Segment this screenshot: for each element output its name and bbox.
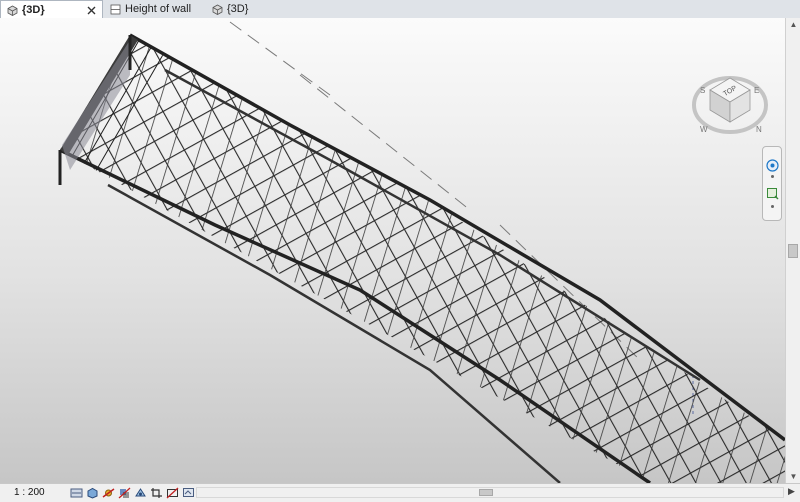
visual-style-icon[interactable]: [86, 487, 99, 499]
view-cube[interactable]: S E N W TOP: [690, 60, 770, 146]
vertical-scroll-thumb[interactable]: [788, 244, 798, 258]
3d-view-icon: [7, 5, 18, 16]
horizontal-scroll-thumb[interactable]: [479, 489, 493, 496]
temporary-hide-icon[interactable]: [182, 487, 195, 499]
tab-label: Height of wall: [125, 3, 192, 15]
section-view-icon: [110, 4, 121, 15]
compass-s: S: [700, 86, 705, 95]
navbar-separator: [771, 205, 774, 208]
tab-label: {3D}: [22, 4, 45, 16]
tab-3d-active[interactable]: {3D}: [0, 0, 103, 19]
crop-view-icon[interactable]: [150, 487, 163, 499]
tab-height-of-wall[interactable]: Height of wall: [104, 0, 200, 18]
close-tab-icon[interactable]: [86, 5, 96, 15]
show-crop-icon[interactable]: [166, 487, 179, 499]
compass-n: N: [756, 125, 762, 134]
steering-wheel-icon[interactable]: [766, 159, 779, 172]
tab-label: {3D}: [227, 3, 249, 15]
detail-level-icon[interactable]: [70, 487, 83, 499]
zoom-icon[interactable]: [766, 187, 779, 200]
vertical-scrollbar[interactable]: ▲ ▼: [785, 18, 800, 483]
compass-e: E: [754, 86, 759, 95]
navigation-bar: [762, 146, 782, 221]
scroll-down-icon[interactable]: ▼: [786, 470, 800, 483]
scroll-up-icon[interactable]: ▲: [786, 18, 800, 31]
compass-w: W: [700, 125, 708, 134]
3d-viewport[interactable]: S E N W TOP: [0, 18, 785, 483]
sun-path-icon[interactable]: [102, 487, 115, 499]
shadows-icon[interactable]: [118, 487, 131, 499]
view-controls: [70, 487, 195, 499]
scroll-right-icon[interactable]: ▶: [788, 486, 795, 497]
view-control-bar: 1 : 200 ◀ ▶: [0, 483, 800, 501]
structure-model[interactable]: [0, 18, 785, 483]
navbar-separator: [771, 175, 774, 178]
render-icon[interactable]: [134, 487, 147, 499]
3d-view-icon: [212, 4, 223, 15]
view-tab-bar: {3D} Height of wall {3D}: [0, 0, 800, 19]
horizontal-scrollbar[interactable]: [196, 487, 784, 498]
view-scale[interactable]: 1 : 200: [0, 487, 64, 498]
tab-3d[interactable]: {3D}: [206, 0, 266, 18]
